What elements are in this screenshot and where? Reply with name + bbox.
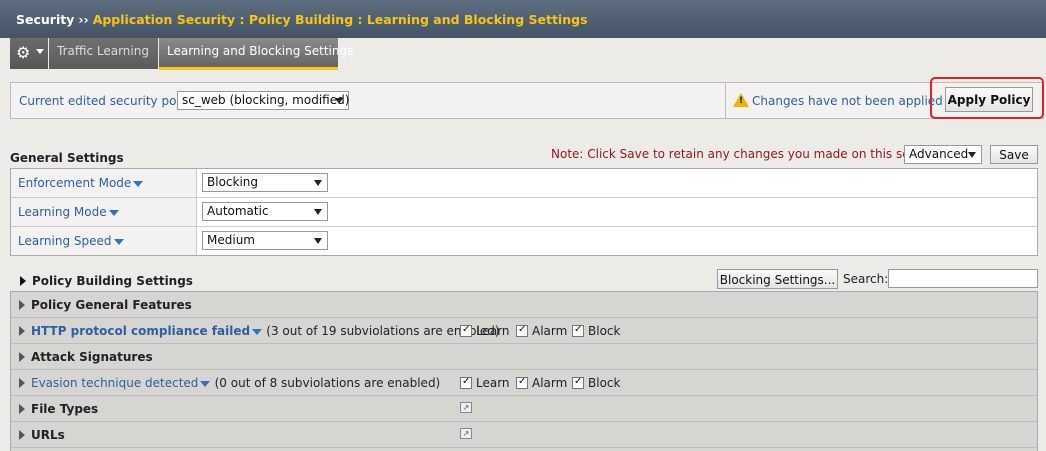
title-bar: Security ›› Application Security : Policy … [0,0,1046,38]
feature-name: URLs [19,428,65,442]
select-arrow-icon [314,209,322,215]
tab-bar: ⚙ Traffic Learning Learning and Blocking… [0,38,1046,70]
select-arrow-icon [314,180,322,186]
warning-icon: ! [733,93,749,107]
view-mode-value: Advanced [909,147,969,161]
feature-row-evasion[interactable]: Evasion technique detected (0 out of 8 s… [11,370,1037,396]
alarm-checkbox[interactable]: Alarm [516,376,567,390]
learn-checkbox[interactable]: Learn [460,324,510,338]
expand-arrow-icon [19,404,25,414]
block-checkbox[interactable]: Block [572,324,620,338]
gear-menu-button[interactable]: ⚙ [10,38,48,69]
alarm-checkbox[interactable]: Alarm [516,324,567,338]
feature-row-attack-signatures[interactable]: Attack Signatures [11,344,1037,370]
view-mode-select[interactable]: Advanced [904,145,982,164]
enforcement-mode-row: Enforcement Mode Blocking [11,169,1037,198]
search-input[interactable] [888,269,1038,288]
chevron-down-icon [36,49,44,54]
expand-arrow-icon [19,300,25,310]
blocking-settings-button[interactable]: Blocking Settings... [717,269,838,289]
external-link-icon[interactable]: ↗ [460,428,472,439]
current-policy-label: Current edited security policy [19,94,197,108]
general-settings-title: General Settings [10,151,124,165]
tab-traffic-learning[interactable]: Traffic Learning [49,38,158,69]
save-button[interactable]: Save [990,145,1038,164]
breadcrumb-separator: ›› [78,12,89,27]
feature-row-file-types[interactable]: File Types ↗ [11,396,1037,422]
learning-mode-row: Learning Mode Automatic [11,198,1037,227]
feature-name: HTTP protocol compliance failed (3 out o… [19,324,500,338]
learning-speed-label[interactable]: Learning Speed [11,227,197,255]
dropdown-arrow-icon [200,380,211,387]
general-settings-table: Enforcement Mode Blocking Learning Mode … [10,168,1038,256]
breadcrumb: Application Security : Policy Building :… [92,12,588,27]
block-checkbox[interactable]: Block [572,376,620,390]
apply-policy-button[interactable]: Apply Policy [945,87,1033,112]
select-arrow-icon [314,238,322,244]
tab-learning-blocking-settings[interactable]: Learning and Blocking Settings [159,38,353,70]
dropdown-arrow-icon [133,180,144,187]
dropdown-arrow-icon [113,238,124,245]
external-link-icon[interactable]: ↗ [460,402,472,413]
page-title: Security ›› Application Security : Policy … [16,12,588,27]
expand-arrow-icon [19,326,25,336]
feature-row-http-compliance[interactable]: HTTP protocol compliance failed (3 out o… [11,318,1037,344]
divider [725,83,726,118]
learn-checkbox[interactable]: Learn [460,376,510,390]
expand-arrow-icon [19,430,25,440]
feature-name: Attack Signatures [19,350,153,364]
current-policy-bar: Current edited security policy sc_web (b… [10,82,1044,119]
feature-name: Evasion technique detected (0 out of 8 s… [19,376,440,390]
dropdown-arrow-icon [108,209,119,216]
feature-name: Policy General Features [19,298,192,312]
dropdown-arrow-icon [252,328,263,335]
select-arrow-icon [968,152,976,158]
features-list: Policy General Features HTTP protocol co… [10,291,1038,451]
policy-building-settings-toggle[interactable]: Policy Building Settings [20,274,193,288]
learning-speed-value: Medium [207,233,255,247]
learning-speed-row: Learning Speed Medium [11,227,1037,256]
enforcement-mode-label[interactable]: Enforcement Mode [11,169,197,197]
expand-arrow-icon [19,352,25,362]
learning-mode-select[interactable]: Automatic [202,202,328,221]
learning-speed-select[interactable]: Medium [202,231,328,250]
learning-mode-value: Automatic [207,204,269,218]
feature-row-general[interactable]: Policy General Features [11,292,1037,318]
feature-name: File Types [19,402,98,416]
search-label: Search: [843,272,889,286]
enforcement-mode-select[interactable]: Blocking [202,173,328,192]
gear-icon: ⚙ [16,43,31,62]
learning-mode-label[interactable]: Learning Mode [11,198,197,226]
section-name: Security [16,12,75,27]
enforcement-mode-value: Blocking [207,175,259,189]
expand-arrow-icon [20,276,26,286]
save-note: Note: Click Save to retain any changes y… [551,147,940,161]
select-arrow-icon [335,98,343,104]
policy-select[interactable]: sc_web (blocking, modified) [177,91,349,110]
policy-select-value: sc_web (blocking, modified) [182,93,350,107]
feature-row-urls[interactable]: URLs ↗ [11,422,1037,448]
expand-arrow-icon [19,378,25,388]
